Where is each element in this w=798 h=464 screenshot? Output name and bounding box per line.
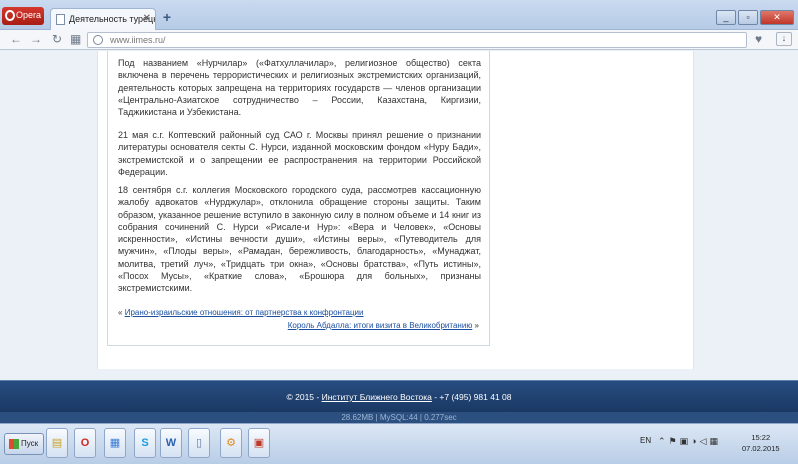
download-icon[interactable]: ↓: [776, 32, 792, 46]
next-article-link[interactable]: Король Абдалла: итоги визита в Великобри…: [288, 321, 473, 330]
article-paragraph: 18 сентября с.г. коллегия Московского го…: [118, 185, 481, 294]
address-url: www.iimes.ru/: [110, 35, 166, 45]
prev-marker: «: [118, 308, 123, 317]
address-bar[interactable]: www.iimes.ru/: [87, 32, 747, 48]
opera-menu-label: Opera: [16, 10, 42, 20]
tab-active[interactable]: Деятельность турецкой ре ✕: [50, 8, 156, 30]
archive-icon[interactable]: ▣: [248, 428, 270, 458]
favorite-heart-icon[interactable]: ♥: [755, 32, 762, 46]
settings-tool-icon[interactable]: ⚙: [220, 428, 242, 458]
opera-menu-button[interactable]: Opera: [2, 7, 44, 25]
close-window-button[interactable]: ✕: [760, 10, 794, 25]
copyright-prefix: © 2015 -: [286, 392, 322, 402]
globe-icon: [93, 35, 103, 45]
taskbar: Пуск ▤ O ▦ S W ▯ ⚙ ▣ EN ⌃⚑▣◑◁▦ 15:22 07.…: [0, 423, 798, 464]
reload-icon[interactable]: ↻: [52, 32, 62, 46]
speed-dial-grid-icon[interactable]: ▦: [70, 32, 81, 46]
article-paragraph: Под названием «Нурчилар» («Фатхуллачилар…: [118, 58, 481, 118]
start-button[interactable]: Пуск: [4, 433, 44, 455]
new-tab-button[interactable]: +: [160, 10, 174, 25]
back-icon[interactable]: ←: [10, 32, 22, 46]
word-icon[interactable]: W: [160, 428, 182, 458]
apps-grid-icon[interactable]: ▦: [104, 428, 126, 458]
opera-taskbar-icon[interactable]: O: [74, 428, 96, 458]
article-body: Под названием «Нурчилар» («Фатхуллачилар…: [107, 51, 490, 346]
clock-date: 07.02.2015: [742, 444, 780, 453]
language-indicator[interactable]: EN: [640, 436, 651, 445]
next-article-nav: Король Абдалла: итоги визита в Великобри…: [288, 321, 479, 330]
skype-icon[interactable]: S: [134, 428, 156, 458]
start-label: Пуск: [21, 439, 39, 448]
system-clock[interactable]: 15:22 07.02.2015: [742, 432, 780, 454]
window-controls: _ ▫ ✕: [716, 10, 794, 26]
previous-article-link[interactable]: Ирано-израильские отношения: от партнерс…: [125, 308, 364, 317]
tab-close-icon[interactable]: ✕: [143, 13, 151, 24]
browser-titlebar: Opera Деятельность турецкой ре ✕ + _ ▫ ✕: [0, 0, 798, 30]
article-paragraph: 21 мая с.г. Коптевский районный суд САО …: [118, 130, 481, 177]
opera-logo-icon: [5, 10, 15, 21]
next-marker: »: [474, 321, 479, 330]
page-stats: 28.62MB | MySQL:44 | 0.277sec: [0, 412, 798, 423]
document-icon[interactable]: ▯: [188, 428, 210, 458]
institute-link[interactable]: Институт Ближнего Востока: [322, 392, 432, 402]
maximize-button[interactable]: ▫: [738, 10, 758, 25]
page-icon: [56, 14, 65, 25]
footer-copyright: © 2015 - Институт Ближнего Востока - +7 …: [0, 392, 798, 402]
previous-article-nav: « Ирано-израильские отношения: от партне…: [118, 308, 364, 317]
forward-icon[interactable]: →: [30, 32, 42, 46]
clock-time: 15:22: [751, 433, 771, 442]
windows-logo-icon: [9, 439, 19, 449]
minimize-button[interactable]: _: [716, 10, 736, 25]
page-viewport[interactable]: Под названием «Нурчилар» («Фатхуллачилар…: [0, 51, 798, 422]
navigation-bar: ← → ↻ ▦ www.iimes.ru/ ♥ ↓: [0, 30, 798, 50]
system-tray-icons[interactable]: ⌃⚑▣◑◁▦: [658, 436, 721, 447]
footer-phone: - +7 (495) 981 41 08: [431, 392, 512, 402]
file-explorer-icon[interactable]: ▤: [46, 428, 68, 458]
